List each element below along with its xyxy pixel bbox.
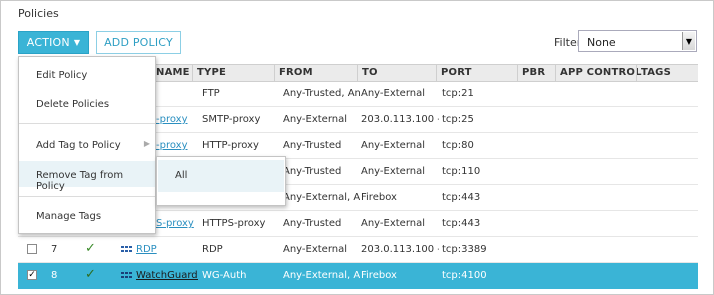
column-header-port[interactable]: PORT [441, 67, 472, 78]
cell-port: tcp:3389 [442, 244, 487, 255]
enabled-check-icon: ✓ [85, 241, 96, 256]
cell-to: Any-External [361, 166, 426, 177]
section-title: Policies [18, 7, 59, 20]
chevron-down-icon: ▼ [73, 38, 81, 47]
cell-port: tcp:21 [442, 88, 474, 99]
cell-name-link[interactable]: S-proxy [156, 218, 196, 229]
cell-order: 7 [51, 244, 58, 255]
action-button[interactable]: ACTION ▼ [18, 31, 89, 54]
cell-name-link[interactable]: RDP [136, 244, 194, 255]
cell-from: Any-Trusted [283, 140, 342, 151]
menu-item-manage-tags[interactable]: Manage Tags [19, 205, 155, 227]
policy-icon [121, 246, 132, 252]
cell-to: 203.0.113.100 -- [361, 244, 439, 255]
cell-to: Any-External [361, 88, 426, 99]
submenu-item-all[interactable]: All [158, 160, 284, 192]
cell-to: Any-External [361, 140, 426, 151]
column-header-tags[interactable]: TAGS [641, 67, 671, 78]
cell-from: Any-Trusted [283, 166, 342, 177]
column-header-from[interactable]: FROM [279, 67, 313, 78]
cell-port: tcp:110 [442, 166, 481, 177]
column-header-app-control[interactable]: APP CONTROL [560, 67, 642, 78]
cell-name-link[interactable]: WatchGuard A [136, 270, 198, 281]
action-button-label: ACTION [26, 36, 70, 49]
cell-from: Any-External, Ar [283, 270, 360, 281]
action-menu: Edit Policy Delete Policies Add Tag to P… [18, 56, 156, 234]
policy-icon [121, 272, 132, 278]
menu-divider [19, 196, 155, 197]
chevron-right-icon: ▶ [143, 139, 150, 148]
menu-item-edit-policy[interactable]: Edit Policy [19, 65, 155, 85]
cell-from: Any-External [283, 114, 348, 125]
table-row-selected[interactable]: ✓ 8 ✓ WatchGuard A WG-Auth Any-External,… [18, 263, 698, 289]
menu-divider [19, 123, 155, 124]
column-header-to[interactable]: TO [362, 67, 378, 78]
cell-type: HTTPS-proxy [202, 218, 266, 229]
cell-to: 203.0.113.100 -- [361, 114, 439, 125]
cell-name-link[interactable]: -proxy [156, 114, 192, 125]
enabled-check-icon: ✓ [85, 267, 96, 282]
cell-port: tcp:443 [442, 218, 481, 229]
cell-type: HTTP-proxy [202, 140, 259, 151]
policies-panel: Policies ACTION ▼ ADD POLICY Filter None… [0, 0, 714, 295]
cell-from: Any-External, Ar [283, 192, 360, 203]
column-header-pbr[interactable]: PBR [522, 67, 545, 78]
table-row[interactable]: 7 ✓ RDP RDP Any-External 203.0.113.100 -… [18, 237, 698, 263]
cell-to: Firebox [361, 270, 397, 281]
column-header-type[interactable]: TYPE [197, 67, 226, 78]
dropdown-arrow-icon[interactable]: ▼ [682, 32, 695, 50]
cell-type: WG-Auth [202, 270, 247, 281]
column-header-name[interactable]: NAME [156, 67, 190, 78]
cell-type: RDP [202, 244, 223, 255]
filter-select-value: None [587, 36, 616, 49]
cell-name-link[interactable]: -proxy [156, 140, 192, 151]
filter-select[interactable]: None ▼ [578, 30, 697, 52]
cell-order: 8 [51, 270, 58, 281]
cell-from: Any-External [283, 244, 348, 255]
cell-to: Any-External [361, 218, 426, 229]
cell-port: tcp:80 [442, 140, 474, 151]
remove-tag-submenu: All [156, 156, 286, 206]
menu-item-add-tag[interactable]: Add Tag to Policy ▶ [19, 133, 155, 157]
add-policy-button[interactable]: ADD POLICY [96, 31, 181, 54]
menu-item-remove-tag[interactable]: Remove Tag from Policy [19, 161, 155, 192]
cell-port: tcp:4100 [442, 270, 487, 281]
menu-item-remove-tag-label: Remove Tag from Policy [36, 170, 124, 192]
cell-port: tcp:443 [442, 192, 481, 203]
cell-type: SMTP-proxy [202, 114, 261, 125]
cell-from: Any-Trusted [283, 218, 342, 229]
menu-item-add-tag-label: Add Tag to Policy [36, 140, 121, 151]
row-checkbox-checked[interactable]: ✓ [27, 270, 37, 280]
cell-from: Any-Trusted, Any [283, 88, 360, 99]
cell-to: Firebox [361, 192, 397, 203]
cell-port: tcp:25 [442, 114, 474, 125]
cell-type: FTP [202, 88, 220, 99]
menu-item-delete-policies[interactable]: Delete Policies [19, 94, 155, 114]
row-checkbox[interactable] [27, 244, 37, 254]
